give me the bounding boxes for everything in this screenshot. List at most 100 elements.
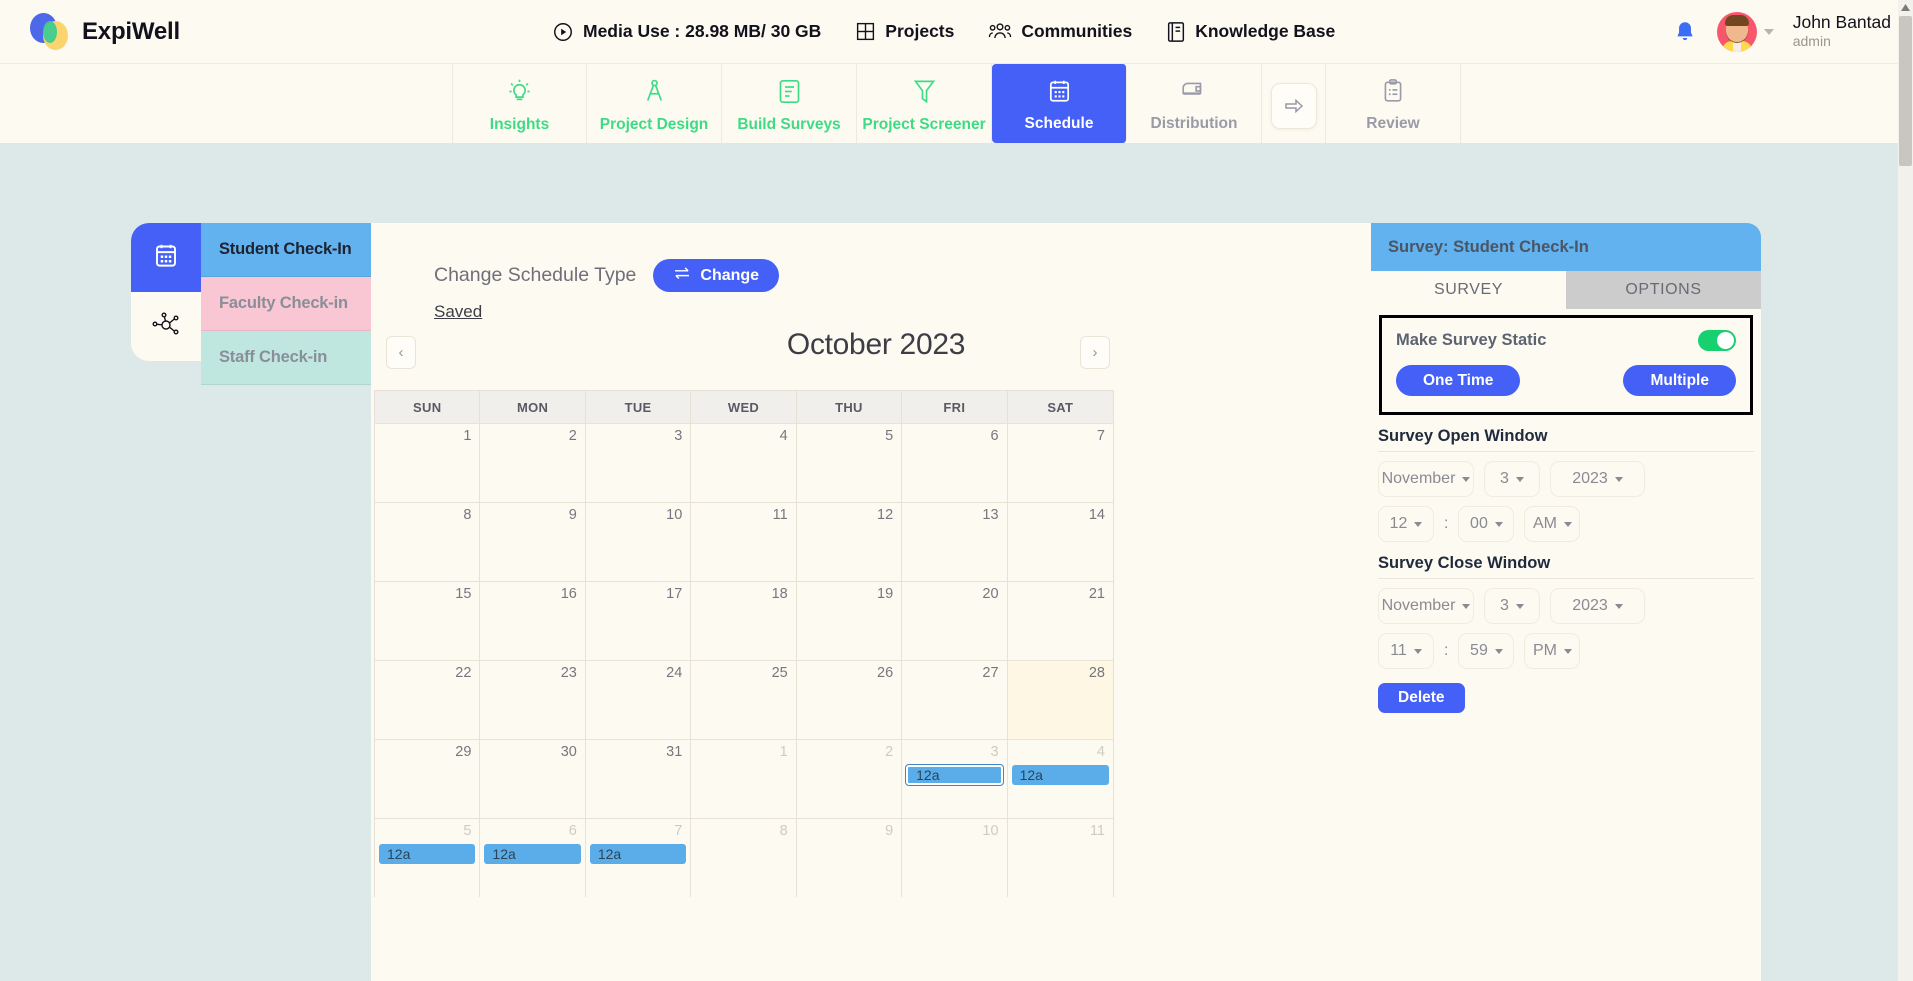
calendar-day-cell[interactable]: 16 — [480, 581, 586, 660]
user-info: John Bantad admin — [1793, 12, 1891, 50]
open-year-select[interactable]: 2023 — [1550, 461, 1645, 497]
calendar-day-cell[interactable]: 19 — [796, 581, 903, 660]
tab-review[interactable]: Review — [1326, 64, 1461, 143]
tab-build-surveys[interactable]: Build Surveys — [722, 64, 857, 143]
tab-project-design[interactable]: Project Design — [587, 64, 722, 143]
calendar-day-cell[interactable]: 11 — [691, 502, 797, 581]
rail-button-network[interactable] — [131, 292, 201, 361]
calendar-day-cell[interactable]: 26 — [796, 660, 903, 739]
calendar-day-cell[interactable]: 8 — [691, 818, 797, 897]
close-hour-select[interactable]: 11 — [1378, 633, 1434, 669]
calendar-day-cell[interactable]: 11 — [1007, 818, 1113, 897]
tab-insights[interactable]: Insights — [452, 64, 587, 143]
calendar-day-cell[interactable]: 5 — [796, 423, 903, 502]
calendar-day-cell[interactable]: 2 — [480, 423, 586, 502]
calendar-day-cell[interactable]: 15 — [375, 581, 481, 660]
calendar-day-cell[interactable]: 23 — [480, 660, 586, 739]
brand-logo-group[interactable]: ExpiWell — [30, 11, 180, 52]
page-scrollbar[interactable] — [1898, 0, 1913, 981]
calendar-day-cell[interactable]: 7 12a — [585, 818, 692, 897]
calendar-day-cell[interactable]: 4 — [691, 423, 797, 502]
nav-knowledge-base[interactable]: Knowledge Base — [1166, 21, 1335, 43]
lightbulb-icon — [506, 78, 533, 110]
calendar-day-cell[interactable]: 6 — [902, 423, 1008, 502]
calendar-day-cell[interactable]: 3 12a — [902, 739, 1008, 818]
calendar-day-cell[interactable]: 31 — [585, 739, 692, 818]
calendar-event[interactable]: 12a — [905, 764, 1004, 786]
calendar-day-cell[interactable]: 12 — [796, 502, 903, 581]
calendar-day-cell[interactable]: 22 — [375, 660, 481, 739]
calendar-day-cell[interactable]: 2 — [796, 739, 903, 818]
calendar-day-cell[interactable]: 25 — [691, 660, 797, 739]
close-minute-select[interactable]: 59 — [1458, 633, 1515, 669]
tab-schedule[interactable]: Schedule — [992, 64, 1127, 143]
calendar-day-cell[interactable]: 5 12a — [375, 818, 481, 897]
calendar-day-cell[interactable]: 24 — [585, 660, 692, 739]
nav-communities[interactable]: Communities — [988, 21, 1132, 42]
calendar-day-cell[interactable]: 17 — [585, 581, 692, 660]
top-nav: Media Use : 28.98 MB/ 30 GB Projects Com… — [552, 21, 1335, 43]
calendar-day-cell[interactable]: 21 — [1007, 581, 1113, 660]
saved-link[interactable]: Saved — [434, 302, 482, 322]
calendar-day-cell[interactable]: 4 12a — [1007, 739, 1113, 818]
open-ampm-select[interactable]: AM — [1524, 506, 1581, 542]
survey-item-student-check-in[interactable]: Student Check-In — [201, 223, 371, 277]
calendar-day-cell[interactable]: 20 — [902, 581, 1008, 660]
open-day-select[interactable]: 3 — [1484, 461, 1540, 497]
calendar-day-cell[interactable]: 29 — [375, 739, 481, 818]
calendar-day-cell[interactable]: 6 12a — [480, 818, 586, 897]
calendar-day-cell[interactable]: 8 — [375, 502, 481, 581]
calendar-day-cell[interactable]: 13 — [902, 502, 1008, 581]
delete-button[interactable]: Delete — [1378, 683, 1465, 713]
calendar-day-cell[interactable]: 14 — [1007, 502, 1113, 581]
scroll-up-arrow-icon[interactable] — [1898, 0, 1913, 15]
calendar-day-cell[interactable]: 7 — [1007, 423, 1113, 502]
calendar-day-cell[interactable]: 28 — [1007, 660, 1113, 739]
close-time-row: 11 : 59 PM — [1378, 633, 1761, 669]
media-use-indicator[interactable]: Media Use : 28.98 MB/ 30 GB — [552, 21, 821, 43]
make-survey-static-toggle[interactable] — [1698, 330, 1736, 351]
open-minute-select[interactable]: 00 — [1458, 506, 1515, 542]
calendar-day-cell[interactable]: 3 — [585, 423, 692, 502]
change-schedule-button[interactable]: Change — [653, 259, 780, 292]
calendar-event[interactable]: 12a — [1011, 765, 1109, 785]
tab-options[interactable]: OPTIONS — [1566, 271, 1761, 309]
calendar-day-number: 16 — [560, 586, 577, 602]
next-step-button[interactable] — [1262, 64, 1326, 143]
survey-item-faculty-check-in[interactable]: Faculty Check-in — [201, 277, 371, 331]
tab-distribution[interactable]: Distribution — [1127, 64, 1262, 143]
one-time-button[interactable]: One Time — [1396, 365, 1521, 396]
rail-button-schedule[interactable] — [131, 223, 201, 292]
time-colon: : — [1444, 642, 1449, 659]
calendar-day-cell[interactable]: 9 — [796, 818, 903, 897]
close-year-select[interactable]: 2023 — [1550, 588, 1645, 624]
calendar-day-cell[interactable]: 10 — [585, 502, 692, 581]
calendar-day-cell[interactable]: 1 — [375, 423, 481, 502]
open-month-select[interactable]: November — [1378, 461, 1474, 497]
calendar-day-cell[interactable]: 9 — [480, 502, 586, 581]
calendar-event[interactable]: 12a — [484, 844, 581, 864]
close-ampm-select[interactable]: PM — [1524, 633, 1581, 669]
tab-survey[interactable]: SURVEY — [1371, 271, 1566, 309]
notification-bell-icon[interactable] — [1672, 19, 1698, 45]
calendar-event[interactable]: 12a — [589, 844, 687, 864]
calendar-day-cell[interactable]: 18 — [691, 581, 797, 660]
open-hour-select[interactable]: 12 — [1378, 506, 1434, 542]
document-icon — [777, 78, 802, 110]
survey-item-staff-check-in[interactable]: Staff Check-in — [201, 331, 371, 385]
next-month-button[interactable]: › — [1080, 336, 1110, 369]
calendar-event[interactable]: 12a — [379, 844, 476, 864]
calendar-day-cell[interactable]: 1 — [691, 739, 797, 818]
nav-projects[interactable]: Projects — [855, 21, 954, 42]
close-day-select[interactable]: 3 — [1484, 588, 1540, 624]
calendar-day-cell[interactable]: 10 — [902, 818, 1008, 897]
close-month-select[interactable]: November — [1378, 588, 1474, 624]
scroll-thumb[interactable] — [1899, 16, 1912, 166]
calendar-day-number: 30 — [560, 744, 577, 760]
calendar-day-cell[interactable]: 27 — [902, 660, 1008, 739]
calendar-day-number: 10 — [666, 507, 683, 523]
multiple-button[interactable]: Multiple — [1623, 365, 1736, 396]
calendar-day-cell[interactable]: 30 — [480, 739, 586, 818]
tab-project-screener[interactable]: Project Screener — [857, 64, 992, 143]
user-menu[interactable] — [1716, 11, 1774, 52]
